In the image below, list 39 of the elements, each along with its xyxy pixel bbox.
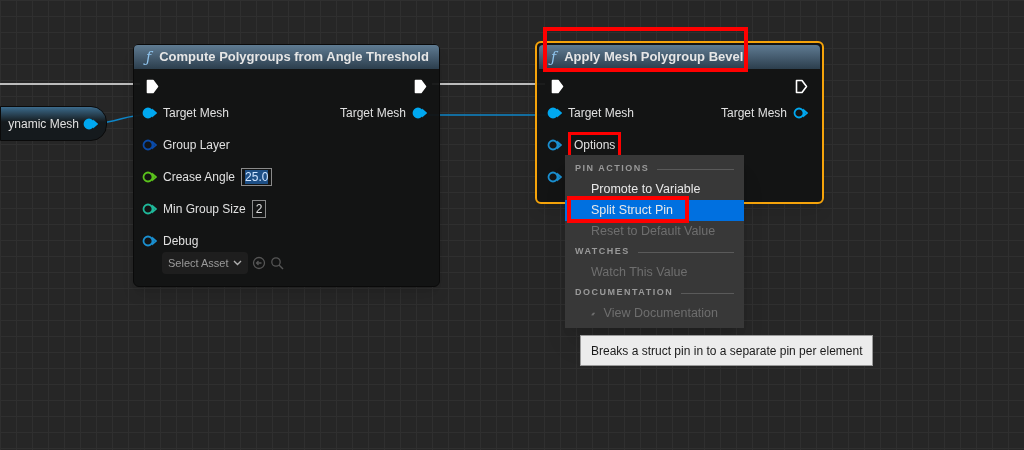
menu-section-header: PIN ACTIONS xyxy=(575,162,650,176)
pin-icon[interactable] xyxy=(142,203,157,215)
variable-node[interactable]: ynamic Mesh xyxy=(0,106,107,141)
value-field[interactable]: 25.0 xyxy=(241,168,273,186)
graph-node[interactable]: ƒ Compute Polygroups from Angle Threshold Target Mesh Group Layer Crease Angle 25.0 Min Group Size 2 Debug Select Asset Target Mesh xyxy=(133,44,440,287)
pin-icon[interactable] xyxy=(142,107,157,119)
pin-icon[interactable] xyxy=(547,171,562,183)
graph-canvas[interactable] xyxy=(0,0,1024,450)
pin-icon[interactable] xyxy=(142,171,157,183)
pin-label: Target Mesh xyxy=(163,105,230,121)
pin-icon[interactable] xyxy=(547,107,562,119)
arrow-circle-icon[interactable] xyxy=(251,256,266,270)
pin-label: Crease Angle xyxy=(163,169,236,185)
value-field[interactable]: 2 xyxy=(251,200,267,218)
pin-label: Target Mesh xyxy=(720,105,787,122)
node-title: Compute Polygroups from Angle Threshold xyxy=(159,48,429,67)
pin-icon[interactable] xyxy=(793,107,808,119)
pin-icon[interactable] xyxy=(547,139,562,151)
exec-pin-icon[interactable] xyxy=(146,79,159,94)
search-icon[interactable] xyxy=(269,256,284,270)
node-label: ynamic Mesh xyxy=(8,115,79,133)
pin-icon[interactable] xyxy=(412,107,427,119)
tooltip: Breaks a struct pin in to a separate pin per element xyxy=(580,335,874,366)
menu-section-header: DOCUMENTATION xyxy=(575,286,674,300)
pin-label: Group Layer xyxy=(163,137,230,153)
node-title: Apply Mesh Polygroup Bevel xyxy=(564,48,744,67)
exec-pin-icon[interactable] xyxy=(795,79,808,94)
menu-section-header: WATCHES xyxy=(575,245,630,259)
pin-icon[interactable] xyxy=(83,117,98,130)
menu-item[interactable]: Promote to Variable xyxy=(565,179,744,200)
exec-pin-icon[interactable] xyxy=(414,79,427,94)
pin-label: Target Mesh xyxy=(568,105,635,121)
pin-label: Debug xyxy=(163,233,199,249)
pin-icon[interactable] xyxy=(142,235,157,247)
pin-label: Target Mesh xyxy=(339,105,406,122)
pin-label: Min Group Size xyxy=(163,201,246,217)
asset-dropdown[interactable]: Select Asset xyxy=(162,252,248,274)
caret-icon xyxy=(232,260,242,266)
exec-pin-icon[interactable] xyxy=(551,79,564,94)
